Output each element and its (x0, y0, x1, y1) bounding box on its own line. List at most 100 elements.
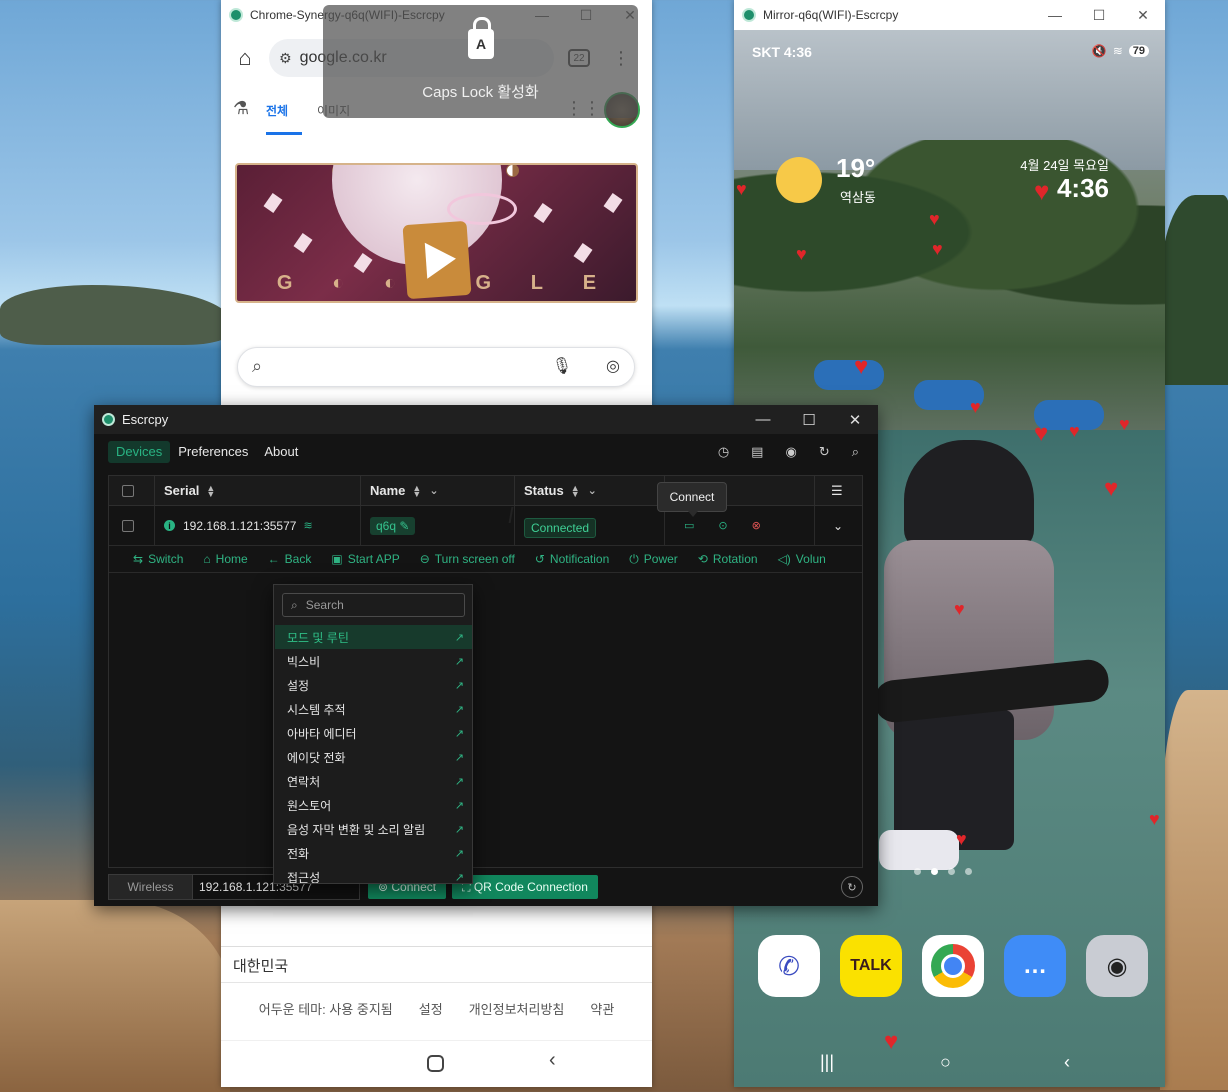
open-arrow-icon[interactable]: ↗ (455, 655, 464, 668)
escrcpy-titlebar[interactable]: Escrcpy — ☐ ✕ (94, 405, 878, 434)
device-name-tag[interactable]: q6q ✎ (370, 516, 416, 535)
list-item[interactable]: 아바타 에디터 ↗ (275, 721, 472, 745)
control-volume[interactable]: ◁) Volun (778, 552, 826, 566)
open-arrow-icon[interactable]: ↗ (455, 871, 464, 884)
google-doodle[interactable]: G ◐ ◐ G L E (235, 163, 638, 303)
tab-about[interactable]: About (256, 441, 306, 463)
open-arrow-icon[interactable]: ↗ (455, 631, 464, 644)
column-status[interactable]: Status ▲ ▼ ⌄ (515, 476, 665, 505)
list-item[interactable]: 음성 자막 변환 및 소리 알림 ↗ (275, 817, 472, 841)
list-item[interactable]: 전화 ↗ (275, 841, 472, 865)
phone-icon[interactable]: ✆ (758, 935, 820, 997)
open-arrow-icon[interactable]: ↗ (455, 775, 464, 788)
chat-bubble-icon[interactable]: … (1004, 935, 1066, 997)
list-item[interactable]: 연락처 ↗ (275, 769, 472, 793)
open-arrow-icon[interactable]: ↗ (455, 847, 464, 860)
labs-flask-icon[interactable]: ⚗ (233, 98, 249, 119)
mirror-monitor-icon[interactable]: ▭ (684, 519, 694, 532)
control-switch[interactable]: ⇆ Switch (133, 552, 183, 566)
list-item[interactable]: 접근성 ↗ (275, 865, 472, 884)
refresh-icon[interactable]: ↻ (819, 444, 830, 460)
home-icon[interactable]: ⌂ (221, 45, 269, 71)
list-item[interactable]: 에이닷 전화 ↗ (275, 745, 472, 769)
chrome-icon[interactable] (922, 935, 984, 997)
camera-icon[interactable]: ◉ (1086, 935, 1148, 997)
control-notification[interactable]: ↺ Notification (535, 552, 609, 566)
terminal-icon[interactable]: ▤ (751, 444, 763, 460)
list-item[interactable]: 설정 ↗ (275, 673, 472, 697)
list-item[interactable]: 빅스비 ↗ (275, 649, 472, 673)
open-arrow-icon[interactable]: ↗ (455, 799, 464, 812)
footer-dark-theme-link[interactable]: 어두운 테마: 사용 중지됨 (259, 999, 393, 1018)
talk-icon[interactable]: TALK (840, 935, 902, 997)
column-name[interactable]: Name ▲ ▼ ⌄ (361, 476, 515, 505)
control-volume-label: Volun (795, 552, 826, 566)
open-arrow-icon[interactable]: ↗ (455, 703, 464, 716)
sort-icon[interactable]: ▲ ▼ (412, 483, 421, 498)
refresh-devices-icon[interactable]: ↻ (841, 876, 863, 898)
list-item[interactable]: 모드 및 루틴 ↗ (275, 625, 472, 649)
search-icon[interactable]: ⌕ (852, 444, 859, 460)
table-row[interactable]: i 192.168.1.121:35577 ≋ q6q ✎ Connected … (109, 506, 862, 546)
maximize-button[interactable]: ☐ (786, 405, 832, 434)
heart-icon: ♥ (1104, 475, 1119, 502)
control-rotation[interactable]: ⟲ Rotation (698, 552, 758, 566)
eye-icon[interactable]: ◉ (785, 444, 796, 460)
recents-icon[interactable]: ||| (820, 1052, 834, 1073)
tab-preferences[interactable]: Preferences (170, 441, 256, 463)
heart-icon: ♥ (932, 239, 943, 259)
select-all-checkbox[interactable] (122, 484, 134, 497)
sort-icon[interactable]: ▲ ▼ (571, 483, 580, 498)
minimize-button[interactable]: — (1033, 0, 1077, 30)
control-home[interactable]: ⌂ Home (203, 552, 247, 566)
control-start-app[interactable]: ▣ Start APP (331, 552, 399, 566)
tab-devices[interactable]: Devices (108, 441, 171, 463)
weather-sun-icon[interactable] (776, 157, 822, 203)
open-arrow-icon[interactable]: ↗ (455, 823, 464, 836)
sort-icon[interactable]: ▲ ▼ (206, 483, 215, 498)
cell-status: Connected (515, 506, 665, 545)
close-button[interactable]: ✕ (832, 405, 878, 434)
column-settings-icon[interactable]: ☰ (831, 483, 843, 499)
app-search-input[interactable]: ⌕ Search (282, 593, 465, 617)
android-back-icon[interactable]: ‹ (1064, 1052, 1070, 1073)
maximize-button[interactable]: ☐ (1077, 0, 1121, 30)
info-icon[interactable]: i (164, 520, 175, 531)
footer-terms-link[interactable]: 약관 (590, 999, 614, 1018)
disconnect-icon[interactable]: ⊗ (752, 519, 761, 532)
tab-all[interactable]: 전체 (266, 102, 288, 119)
control-power[interactable]: ⏻ Power (629, 552, 678, 567)
open-arrow-icon[interactable]: ↗ (455, 679, 464, 692)
footer-privacy-link[interactable]: 개인정보처리방침 (469, 999, 565, 1018)
filter-chevron-icon[interactable]: ⌄ (588, 484, 597, 497)
filter-chevron-icon[interactable]: ⌄ (429, 484, 438, 497)
footer-settings-link[interactable]: 설정 (419, 999, 443, 1018)
site-info-icon[interactable]: ⚙ (279, 50, 292, 67)
android-home-icon[interactable]: ○ (940, 1052, 951, 1073)
column-serial[interactable]: Serial ▲ ▼ (155, 476, 361, 505)
power-icon: ⏻ (629, 551, 639, 566)
mirror-window-titlebar[interactable]: Mirror-q6q(WIFI)-Escrcpy — ☐ ✕ (734, 0, 1165, 30)
open-arrow-icon[interactable]: ↗ (455, 751, 464, 764)
expand-chevron-icon[interactable]: ⌄ (833, 519, 843, 533)
qr-connection-button[interactable]: ⛶ QR Code Connection (452, 875, 598, 899)
history-icon[interactable]: ◷ (718, 444, 729, 460)
select-all-checkbox-cell (109, 476, 155, 505)
android-home-icon[interactable] (427, 1055, 444, 1072)
control-turn-screen-off[interactable]: ⊖ Turn screen off (420, 552, 515, 566)
doodle-letter: ◐ (383, 272, 397, 294)
list-item[interactable]: 원스토어 ↗ (275, 793, 472, 817)
edit-icon[interactable]: ✎ (399, 519, 409, 533)
close-button[interactable]: ✕ (1121, 0, 1165, 30)
control-back[interactable]: ← Back (268, 552, 312, 566)
record-icon[interactable]: ⊙ (718, 519, 727, 532)
open-arrow-icon[interactable]: ↗ (455, 727, 464, 740)
microphone-icon[interactable]: 🎙 (552, 356, 572, 376)
google-search-box[interactable]: ⌕ 🎙 ◎ (237, 347, 635, 387)
list-item[interactable]: 시스템 추적 ↗ (275, 697, 472, 721)
connection-mode-label[interactable]: Wireless (108, 874, 193, 900)
android-back-icon[interactable]: ‹ (549, 1049, 556, 1072)
minimize-button[interactable]: — (740, 405, 786, 434)
row-checkbox[interactable] (122, 519, 134, 532)
lens-camera-icon[interactable]: ◎ (606, 356, 620, 376)
